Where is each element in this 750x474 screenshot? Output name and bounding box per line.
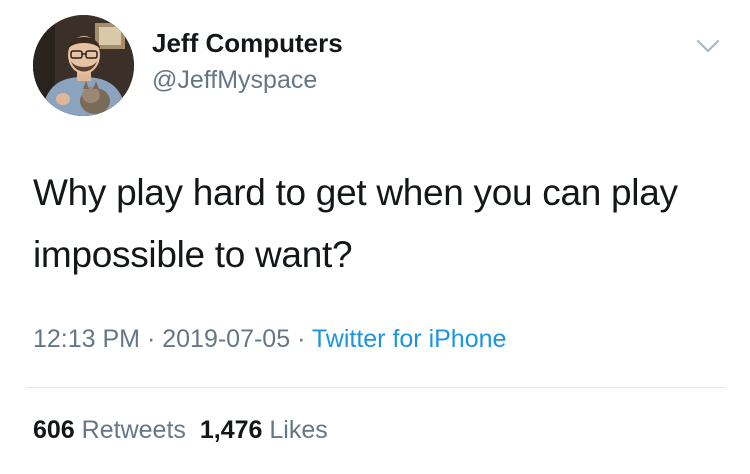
retweets-label: Retweets (81, 416, 186, 444)
tweet-date[interactable]: 2019-07-05 (162, 325, 290, 353)
likes-stat[interactable]: 1,476 Likes (200, 416, 328, 444)
display-name[interactable]: Jeff Computers (152, 28, 343, 59)
avatar-photo (33, 15, 134, 116)
tweet-card: Jeff Computers @JeffMyspace Why play har… (0, 0, 750, 474)
divider (26, 387, 725, 388)
retweets-stat[interactable]: 606 Retweets (33, 416, 186, 444)
tweet-text: Why play hard to get when you can play i… (33, 172, 678, 275)
user-handle[interactable]: @JeffMyspace (152, 66, 317, 95)
tweet-stats: 606 Retweets 1,476 Likes (33, 416, 328, 445)
tweet-meta: 12:13 PM · 2019-07-05 · Twitter for iPho… (33, 325, 506, 354)
meta-separator: · (140, 325, 163, 353)
tweet-source-link[interactable]: Twitter for iPhone (312, 325, 507, 353)
avatar[interactable] (33, 15, 134, 116)
likes-label: Likes (269, 416, 328, 444)
meta-separator: · (290, 325, 312, 353)
chevron-down-icon[interactable] (692, 34, 724, 58)
retweets-count: 606 (33, 416, 75, 444)
likes-count: 1,476 (199, 416, 263, 444)
tweet-time[interactable]: 12:13 PM (33, 325, 140, 353)
